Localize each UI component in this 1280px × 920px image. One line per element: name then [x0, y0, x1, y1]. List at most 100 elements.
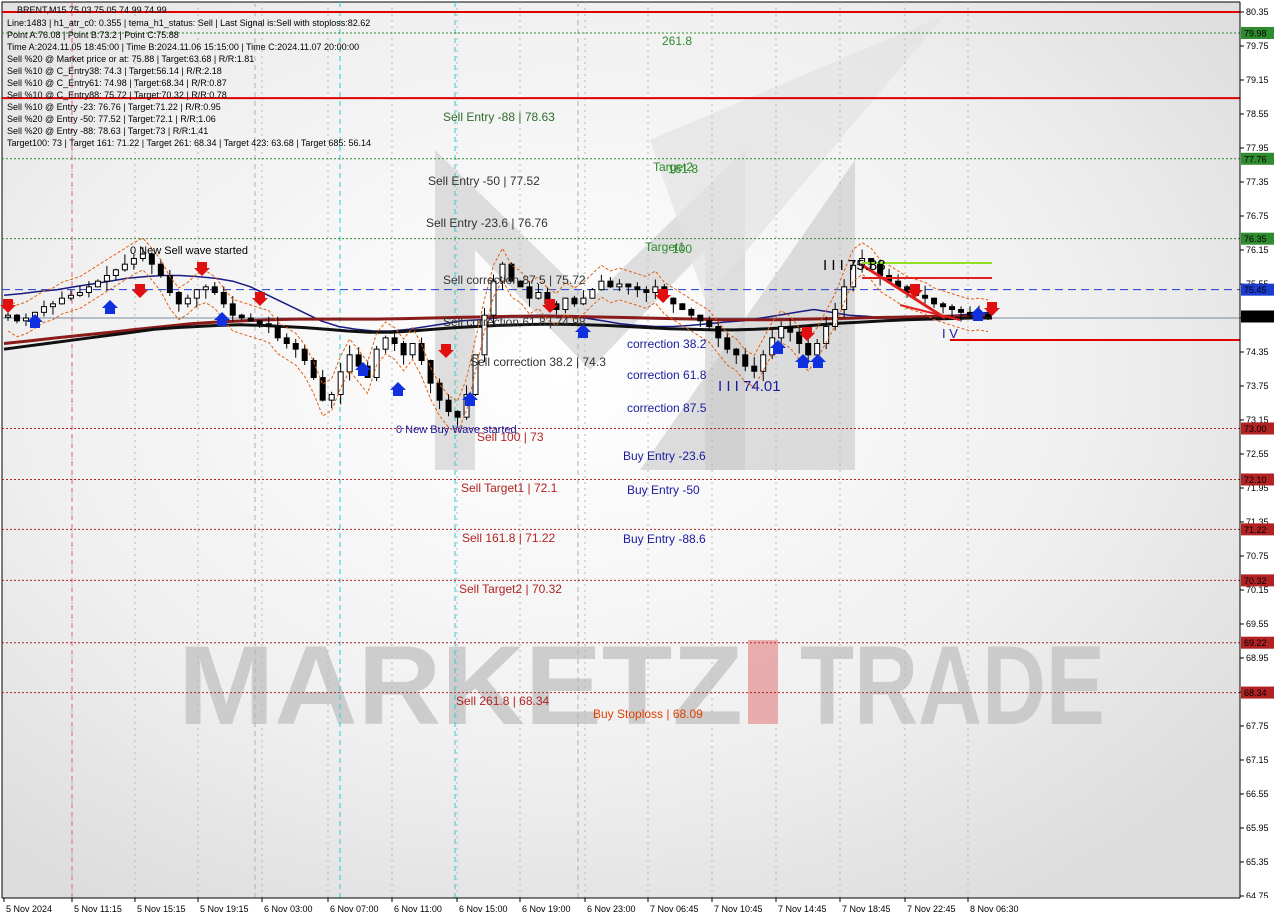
- candle-body: [733, 348, 740, 356]
- candle-body: [787, 326, 794, 333]
- level-label: Buy Entry -88.6: [623, 532, 706, 546]
- price-tick-label: 76.15: [1246, 245, 1269, 255]
- candle-body: [580, 297, 587, 305]
- candle-body: [5, 314, 11, 318]
- candle-body: [130, 258, 137, 265]
- candle-body: [229, 303, 236, 316]
- candle-body: [589, 289, 596, 299]
- wave-label: I I I 74.01: [718, 378, 781, 395]
- candle-body: [697, 314, 704, 322]
- candle-body: [328, 394, 335, 401]
- price-badge-label: 68.34: [1244, 688, 1267, 698]
- candle-body: [382, 337, 389, 350]
- price-tick-label: 65.95: [1246, 823, 1269, 833]
- level-line-label: 261.8: [662, 34, 692, 48]
- candle-body: [58, 297, 65, 305]
- price-tick-label: 77.95: [1246, 143, 1269, 153]
- time-tick-label: 6 Nov 03:00: [264, 904, 313, 914]
- price-badge-label: 69.22: [1244, 638, 1267, 648]
- time-tick-label: 7 Nov 06:45: [650, 904, 699, 914]
- candle-body: [418, 343, 425, 361]
- candle-body: [256, 320, 263, 325]
- candle-body: [76, 292, 83, 296]
- candle-body: [940, 303, 947, 308]
- current-price-label: 74.99: [1244, 312, 1267, 322]
- candle-body: [400, 343, 407, 356]
- candle-body: [724, 337, 731, 350]
- level-label: Sell Entry -23.6 | 76.76: [426, 216, 548, 230]
- candle-body: [535, 292, 542, 299]
- candle-body: [247, 317, 254, 322]
- info-line: Sell %20 @ Market price or at: 75.88 | T…: [7, 54, 254, 64]
- candle-body: [202, 286, 209, 291]
- price-tick-label: 67.15: [1246, 755, 1269, 765]
- price-tick-label: 68.95: [1246, 653, 1269, 663]
- price-tick-label: 78.55: [1246, 109, 1269, 119]
- watermark-text-right: TRADE: [800, 623, 1105, 748]
- candle-body: [121, 263, 128, 271]
- candle-body: [310, 360, 317, 378]
- price-badge-label: 75.45: [1244, 285, 1267, 295]
- candle-body: [391, 337, 398, 345]
- price-tick-label: 77.35: [1246, 177, 1269, 187]
- candle-body: [94, 280, 101, 288]
- candle-body: [562, 297, 569, 310]
- level-label: Sell Entry -50 | 77.52: [428, 174, 540, 188]
- candle-body: [742, 354, 749, 367]
- candle-body: [607, 280, 614, 288]
- level-label: Sell Entry -88 | 78.63: [443, 110, 555, 124]
- price-chart[interactable]: MARKETZ TRADE BRENT,M15 75.03 75.05 74.99 …: [0, 0, 1280, 920]
- level-label: Sell correction 87.5 | 75.72: [443, 273, 586, 287]
- candle-body: [193, 289, 200, 299]
- price-tick-label: 72.55: [1246, 449, 1269, 459]
- candle-body: [931, 297, 938, 305]
- info-line: Sell %20 @ Entry -88: 78.63 | Target:73 …: [7, 126, 208, 136]
- info-line: Sell %10 @ C_Entry61: 74.98 | Target:68.…: [7, 78, 227, 88]
- candle-body: [571, 297, 578, 305]
- candle-body: [688, 309, 695, 316]
- price-badge-label: 71.22: [1244, 525, 1267, 535]
- candle-body: [805, 343, 812, 356]
- price-badge-label: 77.76: [1244, 154, 1267, 164]
- level-label: Buy Entry -23.6: [623, 449, 706, 463]
- candle-body: [220, 292, 227, 305]
- info-line: Target100: 73 | Target 161: 71.22 | Targ…: [7, 138, 371, 148]
- candle-body: [751, 365, 758, 372]
- time-tick-label: 5 Nov 15:15: [137, 904, 186, 914]
- price-tick-label: 79.15: [1246, 75, 1269, 85]
- time-tick-label: 5 Nov 19:15: [200, 904, 249, 914]
- candle-body: [958, 309, 965, 313]
- candle-body: [85, 286, 92, 294]
- price-tick-label: 79.75: [1246, 41, 1269, 51]
- price-tick-label: 73.75: [1246, 381, 1269, 391]
- info-line: Sell %20 @ Entry -50: 77.52 | Target:72.…: [7, 114, 216, 124]
- time-tick-label: 6 Nov 07:00: [330, 904, 379, 914]
- price-tick-label: 80.35: [1246, 7, 1269, 17]
- price-tick-label: 67.75: [1246, 721, 1269, 731]
- candle-body: [706, 320, 713, 328]
- level-label: 100: [672, 242, 692, 256]
- price-badge-label: 73.00: [1244, 424, 1267, 434]
- candle-body: [67, 294, 74, 299]
- price-badge-label: 70.32: [1244, 576, 1267, 586]
- time-axis: [0, 898, 1280, 920]
- candle-body: [13, 314, 20, 322]
- level-label: 161.8: [668, 162, 698, 176]
- level-line-label: Sell Target1 | 72.1: [461, 481, 558, 495]
- candle-body: [643, 289, 650, 293]
- candle-body: [814, 343, 821, 356]
- candle-body: [283, 337, 290, 345]
- time-tick-label: 6 Nov 15:00: [459, 904, 508, 914]
- time-tick-label: 7 Nov 14:45: [778, 904, 827, 914]
- candle-body: [157, 263, 164, 276]
- candle-body: [652, 286, 659, 294]
- candle-body: [103, 275, 110, 282]
- candle-body: [679, 303, 686, 311]
- candle-body: [274, 326, 281, 339]
- time-tick-label: 6 Nov 23:00: [587, 904, 636, 914]
- watermark-text-left: MARKETZ: [178, 623, 743, 748]
- time-tick-label: 6 Nov 11:00: [394, 904, 442, 914]
- time-tick-label: 7 Nov 22:45: [907, 904, 956, 914]
- candle-body: [634, 286, 641, 291]
- price-badge-label: 72.10: [1244, 475, 1267, 485]
